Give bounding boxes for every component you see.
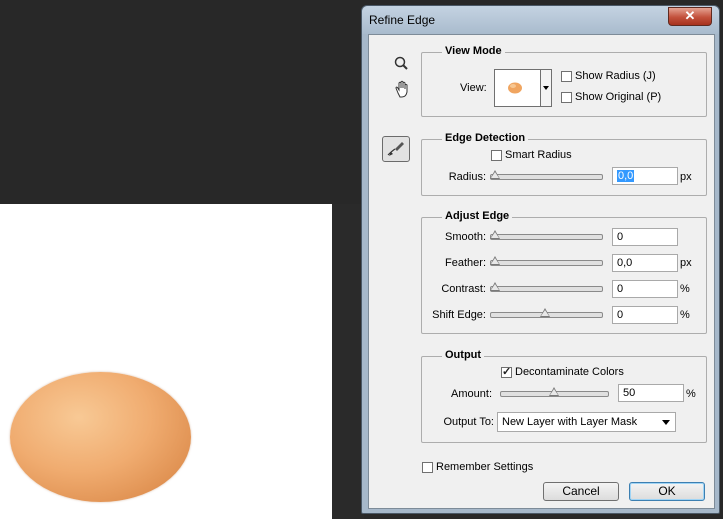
view-mode-group: View Mode View: Show Radius (J) Show Ori… <box>421 45 707 117</box>
adjust-edge-group: Adjust Edge Smooth: 0 Feather: 0,0 px Co… <box>421 210 707 334</box>
amount-slider[interactable] <box>500 387 609 397</box>
close-button[interactable]: ✕ <box>668 7 712 26</box>
radius-input[interactable]: 0,0 <box>612 167 678 185</box>
edge-detection-legend: Edge Detection <box>442 132 529 144</box>
contrast-unit: % <box>680 283 690 295</box>
chevron-down-icon <box>662 420 670 425</box>
smooth-label: Smooth: <box>445 231 486 243</box>
feather-input[interactable]: 0,0 <box>612 254 678 272</box>
show-original-checkbox[interactable] <box>561 92 572 103</box>
remember-settings-checkbox[interactable] <box>422 462 433 473</box>
title-bar[interactable]: Refine Edge ✕ <box>362 6 719 34</box>
view-thumbnail[interactable] <box>494 69 541 107</box>
show-original-label: Show Original (P) <box>575 91 662 103</box>
decontaminate-colors-label: Decontaminate Colors <box>515 366 624 378</box>
contrast-label: Contrast: <box>441 283 486 295</box>
shift-edge-label: Shift Edge: <box>432 309 486 321</box>
shift-edge-input[interactable]: 0 <box>612 306 678 324</box>
shift-edge-slider[interactable] <box>490 308 603 318</box>
shift-edge-slider-thumb[interactable] <box>540 308 550 317</box>
refine-edge-dialog: Refine Edge ✕ View Mode View: Show Radiu… <box>361 5 720 514</box>
radius-label: Radius: <box>448 171 486 183</box>
contrast-slider[interactable] <box>490 282 603 292</box>
zoom-tool-icon[interactable] <box>389 52 415 76</box>
dialog-title: Refine Edge <box>369 13 436 27</box>
smart-radius-checkbox[interactable] <box>491 150 502 161</box>
amount-unit: % <box>686 388 696 400</box>
show-radius-label: Show Radius (J) <box>575 70 656 82</box>
ok-button[interactable]: OK <box>629 482 705 501</box>
decontaminate-colors-checkbox[interactable] <box>501 365 512 378</box>
amount-label: Amount: <box>451 388 492 400</box>
amount-input[interactable]: 50 <box>618 384 684 402</box>
feather-slider-thumb[interactable] <box>490 256 500 265</box>
edge-detection-group: Edge Detection Smart Radius Radius: 0,0 … <box>421 132 707 196</box>
smooth-slider-thumb[interactable] <box>490 230 500 239</box>
feather-unit: px <box>680 257 692 269</box>
smooth-input[interactable]: 0 <box>612 228 678 246</box>
canvas-pasteboard <box>332 204 364 519</box>
output-to-value: New Layer with Layer Mask <box>502 416 638 428</box>
output-to-select[interactable]: New Layer with Layer Mask <box>497 412 676 432</box>
radius-slider-thumb[interactable] <box>490 170 500 179</box>
adjust-edge-legend: Adjust Edge <box>442 210 513 222</box>
amount-slider-thumb[interactable] <box>549 387 559 396</box>
feather-label: Feather: <box>445 257 486 269</box>
hand-tool-icon[interactable] <box>389 77 415 101</box>
output-to-label: Output To: <box>443 416 494 428</box>
show-radius-checkbox[interactable] <box>561 71 572 82</box>
cancel-button[interactable]: Cancel <box>543 482 619 501</box>
radius-unit: px <box>680 171 692 183</box>
output-legend: Output <box>442 349 485 361</box>
smart-radius-label: Smart Radius <box>505 149 572 161</box>
view-dropdown-arrow[interactable] <box>541 69 552 107</box>
view-mode-legend: View Mode <box>442 45 505 57</box>
remember-settings-label: Remember Settings <box>436 461 534 473</box>
shift-edge-unit: % <box>680 309 690 321</box>
feather-slider[interactable] <box>490 256 603 266</box>
output-group: Output Decontaminate Colors Amount: 50 %… <box>421 349 707 443</box>
smooth-slider[interactable] <box>490 230 603 240</box>
egg-image <box>10 372 191 502</box>
radius-slider[interactable] <box>490 170 603 180</box>
contrast-slider-thumb[interactable] <box>490 282 500 291</box>
refine-radius-tool-icon[interactable] <box>382 136 410 162</box>
dialog-client-area: View Mode View: Show Radius (J) Show Ori… <box>368 34 715 509</box>
view-label: View: <box>460 82 487 94</box>
contrast-input[interactable]: 0 <box>612 280 678 298</box>
